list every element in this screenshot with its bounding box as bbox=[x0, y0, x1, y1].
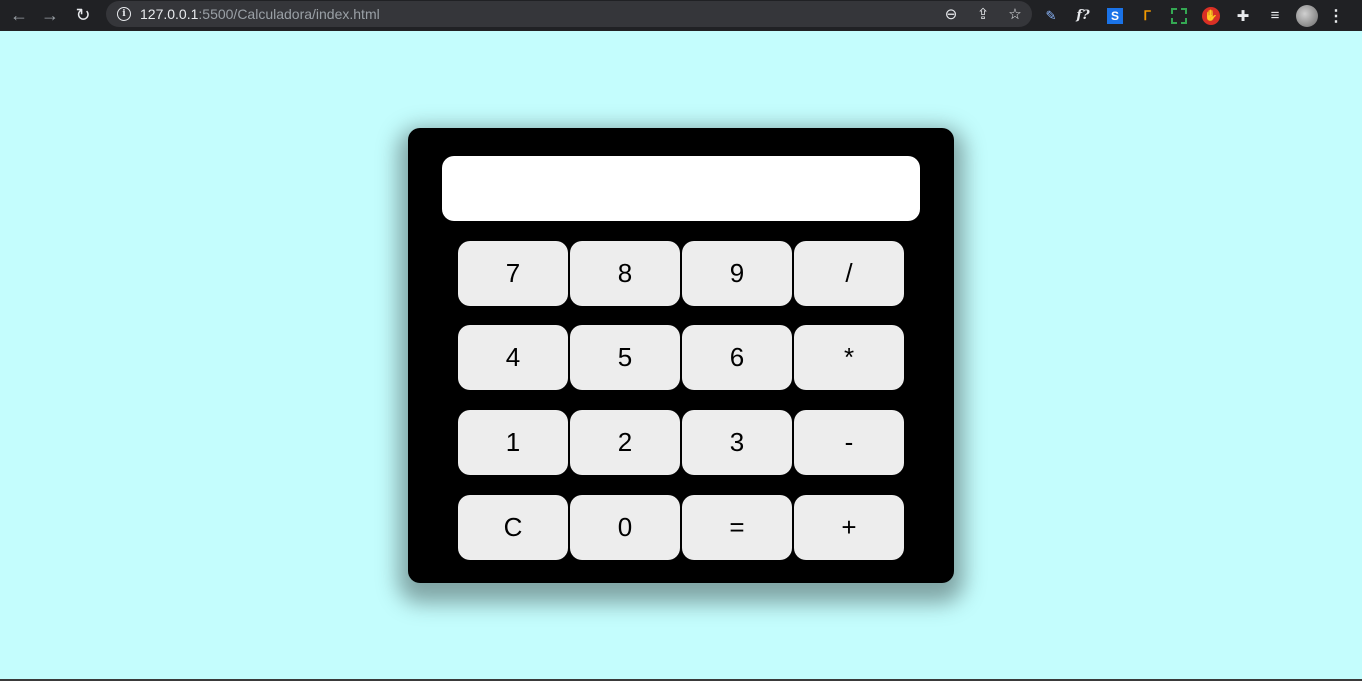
zoom-icon[interactable]: ⊖ bbox=[942, 5, 960, 23]
key-7[interactable]: 7 bbox=[458, 241, 568, 306]
browser-menu-icon[interactable]: ⋮ bbox=[1328, 6, 1344, 26]
ruler-extension-icon[interactable]: ᒥ bbox=[1136, 5, 1158, 27]
profile-avatar[interactable] bbox=[1296, 4, 1318, 27]
calculator-display[interactable] bbox=[442, 156, 920, 221]
reload-icon[interactable]: ↻ bbox=[71, 4, 95, 28]
key-clear[interactable]: C bbox=[458, 495, 568, 560]
whatfont-extension-icon[interactable]: f? bbox=[1072, 5, 1094, 27]
address-bar[interactable]: i 127.0.0.1:5500/Calculadora/index.html … bbox=[106, 1, 1032, 27]
key-1[interactable]: 1 bbox=[458, 410, 568, 475]
bookmark-star-icon[interactable]: ☆ bbox=[1006, 5, 1024, 23]
key-5[interactable]: 5 bbox=[570, 325, 680, 390]
url-text[interactable]: 127.0.0.1:5500/Calculadora/index.html bbox=[140, 6, 380, 22]
forward-arrow-icon[interactable]: → bbox=[38, 4, 62, 28]
share-icon[interactable]: ⇪ bbox=[974, 5, 992, 23]
key-equals[interactable]: = bbox=[682, 495, 792, 560]
key-divide[interactable]: / bbox=[794, 241, 904, 306]
screenshot-extension-icon[interactable] bbox=[1171, 7, 1187, 24]
browser-toolbar: ← → ↻ i 127.0.0.1:5500/Calculadora/index… bbox=[0, 0, 1362, 31]
url-host: 127.0.0.1 bbox=[140, 6, 199, 22]
address-bar-actions: ⊖ ⇪ ☆ bbox=[942, 1, 1024, 27]
key-8[interactable]: 8 bbox=[570, 241, 680, 306]
key-4[interactable]: 4 bbox=[458, 325, 568, 390]
adblock-extension-icon[interactable]: ✋ bbox=[1202, 6, 1220, 25]
s-extension-icon[interactable]: S bbox=[1107, 7, 1123, 24]
extensions-puzzle-icon[interactable]: ✚ bbox=[1232, 5, 1254, 27]
key-multiply[interactable]: * bbox=[794, 325, 904, 390]
reading-list-icon[interactable]: ≡ bbox=[1264, 5, 1286, 27]
key-0[interactable]: 0 bbox=[570, 495, 680, 560]
extensions-bar: ✎ f? S ᒥ ✋ ✚ ≡ ⋮ bbox=[1040, 0, 1344, 31]
site-info-icon[interactable]: i bbox=[117, 7, 131, 21]
calculator: 7 8 9 / 4 5 6 * 1 2 3 - C 0 = + bbox=[408, 128, 954, 583]
key-add[interactable]: + bbox=[794, 495, 904, 560]
back-arrow-icon[interactable]: ← bbox=[7, 4, 31, 28]
key-3[interactable]: 3 bbox=[682, 410, 792, 475]
key-2[interactable]: 2 bbox=[570, 410, 680, 475]
key-subtract[interactable]: - bbox=[794, 410, 904, 475]
key-9[interactable]: 9 bbox=[682, 241, 792, 306]
url-path: :5500/Calculadora/index.html bbox=[198, 6, 380, 22]
key-6[interactable]: 6 bbox=[682, 325, 792, 390]
color-picker-extension-icon[interactable]: ✎ bbox=[1040, 5, 1062, 27]
